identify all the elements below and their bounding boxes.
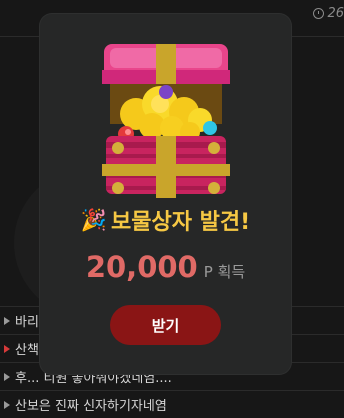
modal-title-text: 보물상자 발견! — [111, 210, 251, 235]
timestamp-text: 26 — [327, 6, 344, 21]
list-item-text: 바리 — [15, 315, 39, 330]
caret-right-icon — [4, 316, 10, 325]
modal-title: 🎉 보물상자 발견! — [40, 204, 291, 236]
list-item-text: 산보은 진짜 신자하기자네염 — [15, 399, 167, 414]
receive-button[interactable]: 받기 — [110, 305, 221, 345]
caret-right-icon — [4, 400, 10, 409]
list-item-text: 산책 — [15, 343, 39, 358]
reward-line: 20,000 P 획득 — [40, 250, 291, 284]
caret-right-icon — [4, 344, 10, 353]
timestamp: 26 — [313, 6, 344, 21]
reward-amount: 20,000 — [85, 250, 198, 284]
party-popper-icon: 🎉 — [80, 207, 107, 232]
treasure-modal: 🎉 보물상자 발견! 20,000 P 획득 받기 — [40, 14, 291, 374]
clock-icon — [313, 8, 325, 19]
reward-unit: P 획득 — [203, 263, 246, 281]
caret-right-icon — [4, 372, 10, 381]
treasure-chest-icon — [102, 44, 230, 198]
